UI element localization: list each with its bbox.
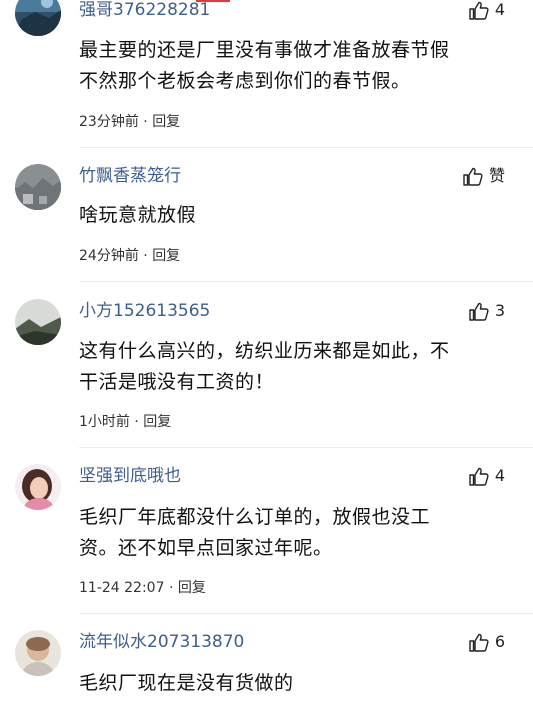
comment-line: 毛织厂年底都没什么订单的，放假也没工 [79, 506, 431, 528]
like-button[interactable]: 4 [469, 0, 505, 20]
comment-meta: 1小时前 · 回复 [79, 413, 171, 431]
like-button[interactable]: 6 [469, 632, 505, 652]
divider [79, 281, 533, 282]
avatar[interactable] [15, 464, 61, 510]
comment-line: 啥玩意就放假 [79, 204, 197, 226]
divider [79, 447, 533, 448]
username[interactable]: 流年似水207313870 [79, 632, 244, 652]
timestamp: 24分钟前 [79, 248, 139, 264]
reply-button[interactable]: 回复 [152, 248, 180, 264]
comment-text: 毛织厂年底都没什么订单的，放假也没工 资。还不如早点回家过年呢。 [79, 502, 519, 564]
like-count: 4 [494, 0, 505, 19]
like-button[interactable]: 3 [469, 301, 505, 321]
comment-line: 干活是哦没有工资的！ [79, 371, 275, 393]
thumbs-up-icon [469, 633, 489, 652]
timestamp: 11-24 22:07 [79, 580, 165, 596]
comment-meta: 24分钟前 · 回复 [79, 247, 180, 265]
like-button[interactable]: 赞 [463, 166, 505, 186]
separator: · [134, 414, 139, 430]
comment-text: 这有什么高兴的，纺织业历来都是如此，不 干活是哦没有工资的！ [79, 336, 519, 398]
separator: · [143, 248, 148, 264]
timestamp: 23分钟前 [79, 114, 139, 130]
comment-line: 不然那个老板会考虑到你们的春节假。 [79, 70, 411, 92]
separator: · [143, 114, 148, 130]
timestamp: 1小时前 [79, 414, 130, 430]
thumbs-up-icon [469, 1, 489, 20]
like-count: 4 [494, 466, 505, 485]
username[interactable]: 小方152613565 [79, 301, 210, 321]
username[interactable]: 坚强到底哦也 [79, 466, 181, 486]
avatar[interactable] [15, 299, 61, 345]
avatar[interactable] [15, 630, 61, 676]
divider [79, 613, 533, 614]
like-count: 6 [494, 632, 505, 651]
username[interactable]: 强哥376228281 [79, 0, 210, 20]
comment-text: 最主要的还是厂里没有事做才准备放春节假 不然那个老板会考虑到你们的春节假。 [79, 35, 519, 97]
thumbs-up-icon [463, 167, 483, 186]
comment-line: 最主要的还是厂里没有事做才准备放春节假 [79, 39, 450, 61]
thumbs-up-icon [469, 302, 489, 321]
reply-button[interactable]: 回复 [143, 414, 171, 430]
separator: · [168, 580, 174, 596]
avatar[interactable] [15, 0, 61, 36]
avatar[interactable] [15, 164, 61, 210]
divider [79, 147, 533, 148]
username[interactable]: 竹飘香蒸笼行 [79, 166, 181, 186]
comment-line: 这有什么高兴的，纺织业历来都是如此，不 [79, 340, 450, 362]
comment-meta: 23分钟前 · 回复 [79, 113, 180, 131]
comment-line: 资。还不如早点回家过年呢。 [79, 537, 333, 559]
like-count: 赞 [488, 166, 505, 185]
comment-meta: 11-24 22:07 · 回复 [79, 579, 206, 597]
like-button[interactable]: 4 [469, 466, 505, 486]
thumbs-up-icon [469, 467, 489, 486]
comment-line: 毛织厂现在是没有货做的 [79, 672, 294, 694]
reply-button[interactable]: 回复 [152, 114, 180, 130]
like-count: 3 [494, 301, 505, 320]
comment-text: 毛织厂现在是没有货做的 [79, 668, 519, 699]
reply-button[interactable]: 回复 [178, 580, 206, 596]
comment-text: 啥玩意就放假 [79, 200, 519, 231]
